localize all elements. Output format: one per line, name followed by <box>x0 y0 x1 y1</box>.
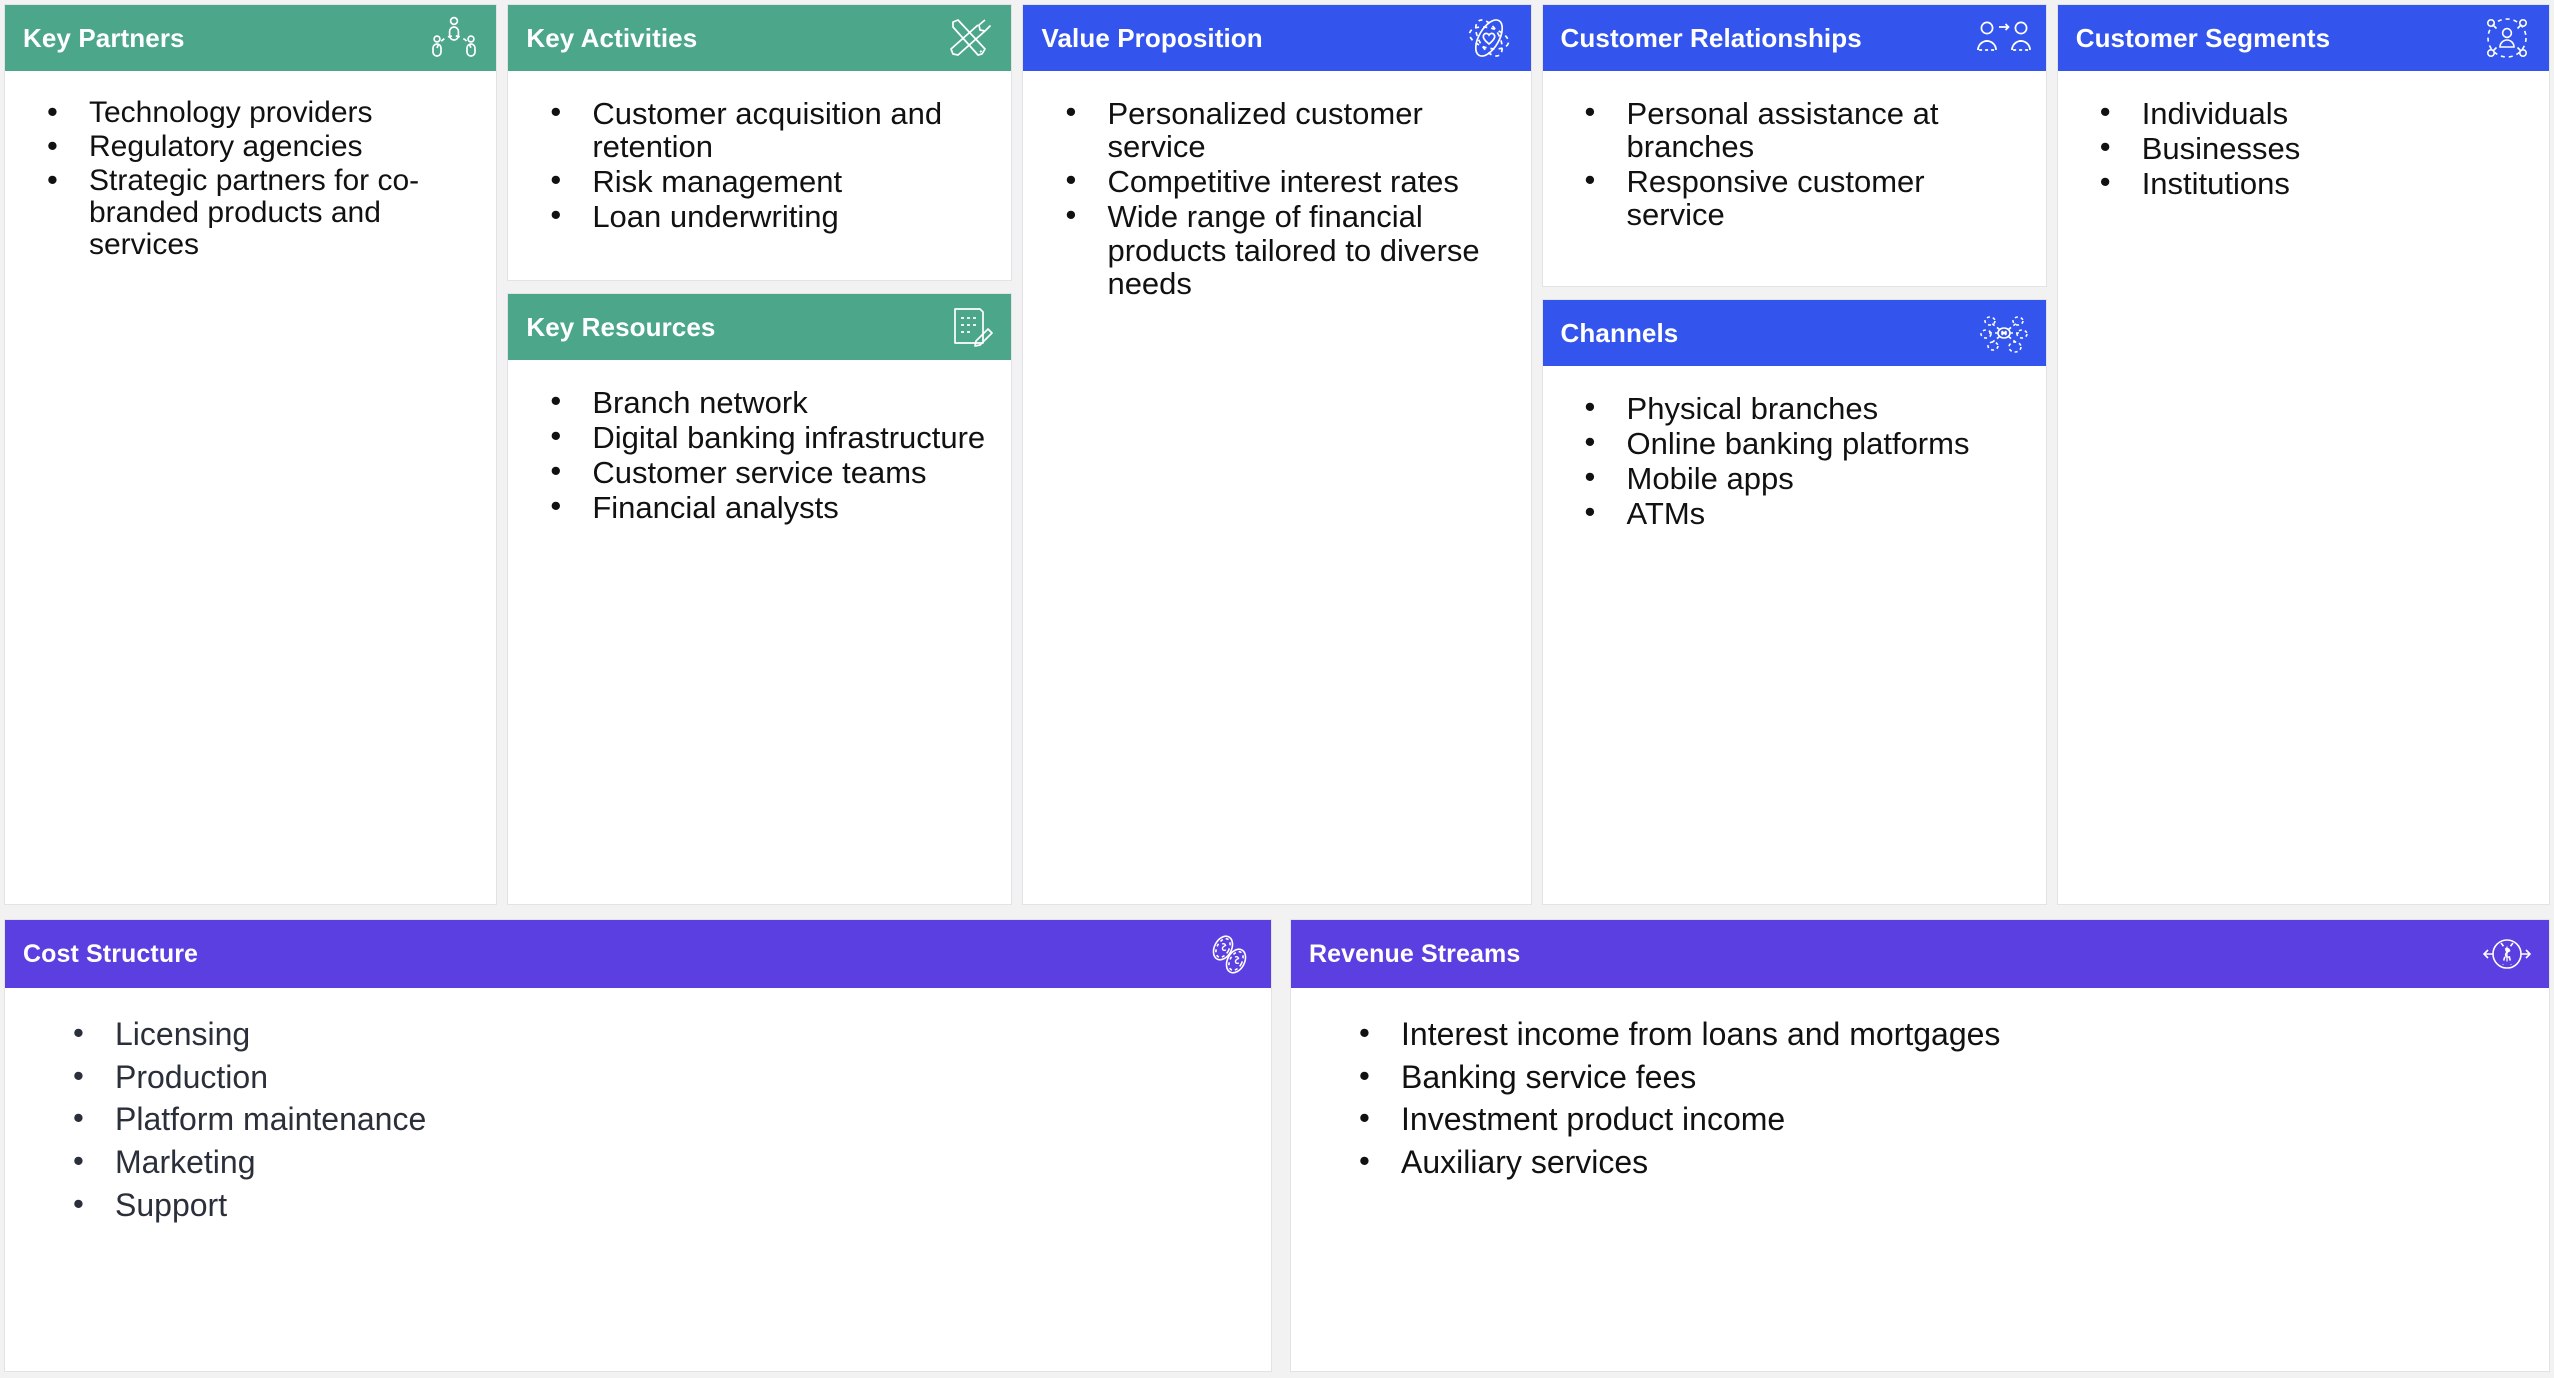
card-customer-segments[interactable]: Customer Segments • Individuals • Busine… <box>2056 4 2550 905</box>
card-title-channels: Channels <box>1560 317 1679 348</box>
card-body-key-activities: Customer acquisition and retention Risk … <box>508 71 1012 280</box>
card-customer-relationships[interactable]: Customer Relationships • Personal assist… <box>1541 4 2047 287</box>
card-header-customer-segments: Customer Segments <box>2057 5 2549 71</box>
list-item: Regulatory agencies <box>47 129 480 163</box>
list-value-proposition: Personalized customer service Competitiv… <box>1039 95 1514 300</box>
card-key-partners[interactable]: Key Partners • Technology providers • Re… <box>4 4 498 905</box>
person-network-icon <box>2479 12 2535 64</box>
list-item: Marketing <box>73 1144 1255 1179</box>
card-title-cost-structure: Cost Structure <box>23 939 199 968</box>
screwdriver-wrench-icon <box>941 12 997 64</box>
list-item: Online banking platforms <box>1585 425 2030 460</box>
partners-network-icon <box>426 12 482 64</box>
card-header-revenue-streams: Revenue Streams <box>1291 920 2549 988</box>
card-channels[interactable]: Channels • Physical branches • Online ba… <box>1541 299 2047 905</box>
list-key-resources: Branch network Digital banking infrastru… <box>524 384 995 525</box>
card-title-value-proposition: Value Proposition <box>1041 22 1263 53</box>
card-title-revenue-streams: Revenue Streams <box>1309 939 1521 968</box>
list-item: Personalized customer service <box>1065 95 1514 163</box>
list-customer-relationships: Personal assistance at branches Responsi… <box>1559 95 2030 232</box>
list-cost-structure: Licensing Production Platform maintenanc… <box>47 1016 1255 1222</box>
list-item: Customer service teams <box>550 454 995 489</box>
card-header-channels: Channels <box>1542 300 2046 366</box>
list-item: Banking service fees <box>1359 1059 2533 1094</box>
card-header-key-partners: Key Partners <box>5 5 497 71</box>
list-item: Risk management <box>550 163 995 198</box>
atom-heart-icon <box>1461 12 1517 64</box>
coins-dollar-icon <box>1201 928 1257 980</box>
card-title-key-resources: Key Resources <box>526 311 716 342</box>
card-header-key-activities: Key Activities <box>508 5 1012 71</box>
card-value-proposition[interactable]: Value Proposition Personalized customer … <box>1022 4 1532 905</box>
list-item: Branch network <box>550 384 995 419</box>
card-body-key-partners: Technology providers Regulatory agencies… <box>5 71 497 904</box>
card-body-channels: Physical branches Online banking platfor… <box>1542 366 2046 904</box>
list-item: ATMs <box>1585 495 2030 530</box>
card-key-activities[interactable]: Key Activities Customer acquisition and … <box>507 4 1013 281</box>
column-customer-relationships: Customer Relationships • Personal assist… <box>1541 4 2047 905</box>
list-item: Physical branches <box>1585 390 2030 425</box>
list-item: Institutions <box>2100 165 2533 200</box>
card-header-value-proposition: Value Proposition <box>1023 5 1531 71</box>
list-key-activities: Customer acquisition and retention Risk … <box>524 95 995 234</box>
business-model-canvas: Key Partners • Technology providers • Re… <box>0 0 2554 1378</box>
list-item: Digital banking infrastructure <box>550 419 995 454</box>
canvas-top-row: Key Partners • Technology providers • Re… <box>4 4 2550 905</box>
list-revenue-streams: Interest income from loans and mortgages… <box>1333 1016 2533 1179</box>
list-channels: Physical branches Online banking platfor… <box>1559 390 2030 531</box>
list-item: Technology providers <box>47 95 480 129</box>
list-item: Platform maintenance <box>73 1101 1255 1136</box>
canvas-bottom-row: Cost Structure Licensing Production <box>4 919 2550 1372</box>
card-header-key-resources: Key Resources <box>508 294 1012 360</box>
card-header-cost-structure: Cost Structure <box>5 920 1271 988</box>
card-key-resources[interactable]: Key Resources Branch network <box>507 293 1013 905</box>
money-flow-circle-icon <box>2479 928 2535 980</box>
list-item: Production <box>73 1059 1255 1094</box>
list-item: Wide range of financial products tailore… <box>1065 198 1514 299</box>
list-item: Individuals <box>2100 95 2533 130</box>
list-item: Investment product income <box>1359 1101 2533 1136</box>
card-body-customer-relationships: Personal assistance at branches Responsi… <box>1542 71 2046 286</box>
list-item: Competitive interest rates <box>1065 163 1514 198</box>
card-body-cost-structure: Licensing Production Platform maintenanc… <box>5 988 1271 1371</box>
column-customer-segments: Customer Segments • Individuals • Busine… <box>2056 4 2550 905</box>
list-key-partners: Technology providers Regulatory agencies… <box>21 95 480 261</box>
card-cost-structure[interactable]: Cost Structure Licensing Production <box>4 919 1272 1372</box>
card-title-customer-segments: Customer Segments <box>2075 22 2331 53</box>
card-header-customer-relationships: Customer Relationships <box>1542 5 2046 71</box>
column-key-activities: Key Activities Customer acquisition and … <box>507 4 1013 905</box>
network-hub-icon <box>1976 307 2032 359</box>
column-key-partners: Key Partners • Technology providers • Re… <box>4 4 498 905</box>
list-item: Customer acquisition and retention <box>550 95 995 163</box>
card-body-customer-segments: Individuals Businesses Institutions <box>2057 71 2549 904</box>
card-body-revenue-streams: Interest income from loans and mortgages… <box>1291 988 2549 1371</box>
card-title-key-activities: Key Activities <box>526 22 698 53</box>
list-item: Auxiliary services <box>1359 1144 2533 1179</box>
card-body-value-proposition: Personalized customer service Competitiv… <box>1023 71 1531 904</box>
list-item: Businesses <box>2100 130 2533 165</box>
list-item: Financial analysts <box>550 489 995 524</box>
two-people-arrow-icon <box>1976 12 2032 64</box>
list-item: Responsive customer service <box>1585 163 2030 231</box>
list-customer-segments: Individuals Businesses Institutions <box>2074 95 2533 200</box>
card-body-key-resources: Branch network Digital banking infrastru… <box>508 360 1012 904</box>
card-revenue-streams[interactable]: Revenue Streams Interest income from <box>1290 919 2550 1372</box>
list-item: Licensing <box>73 1016 1255 1051</box>
list-item: Interest income from loans and mortgages <box>1359 1016 2533 1051</box>
list-item: Strategic partners for co-branded produc… <box>47 163 480 261</box>
list-item: Support <box>73 1187 1255 1222</box>
list-item: Loan underwriting <box>550 198 995 233</box>
column-value-proposition: Value Proposition Personalized customer … <box>1022 4 1532 905</box>
card-title-customer-relationships: Customer Relationships <box>1560 22 1862 53</box>
list-item: Personal assistance at branches <box>1585 95 2030 163</box>
card-title-key-partners: Key Partners <box>23 22 185 53</box>
list-item: Mobile apps <box>1585 460 2030 495</box>
document-pencil-icon <box>941 301 997 353</box>
